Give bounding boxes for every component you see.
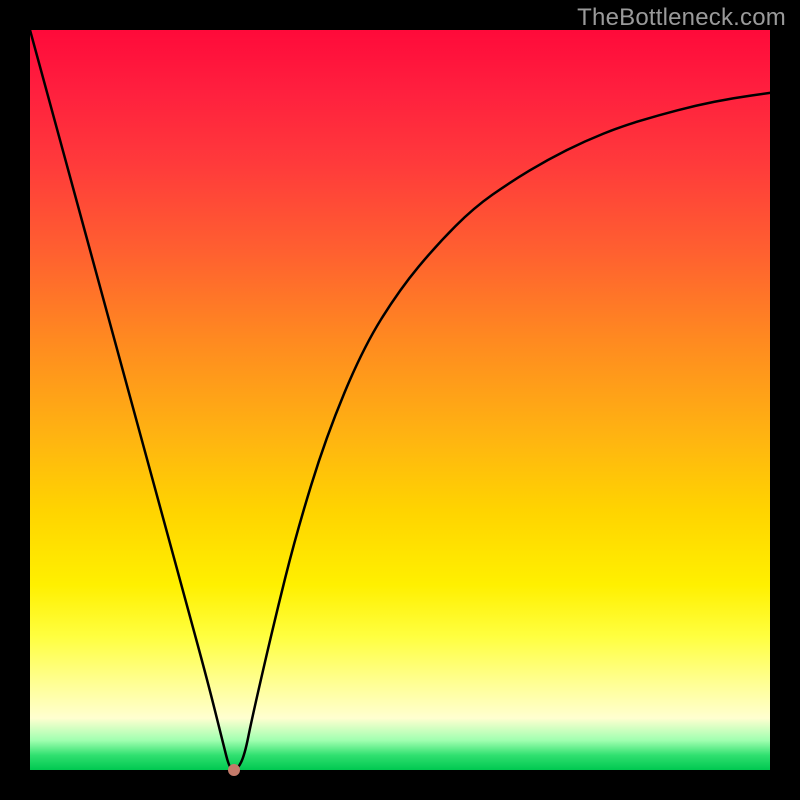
- chart-svg: [30, 30, 770, 770]
- bottleneck-curve: [30, 30, 770, 770]
- min-marker: [228, 764, 240, 776]
- watermark: TheBottleneck.com: [577, 4, 786, 32]
- plot-area: [30, 30, 770, 770]
